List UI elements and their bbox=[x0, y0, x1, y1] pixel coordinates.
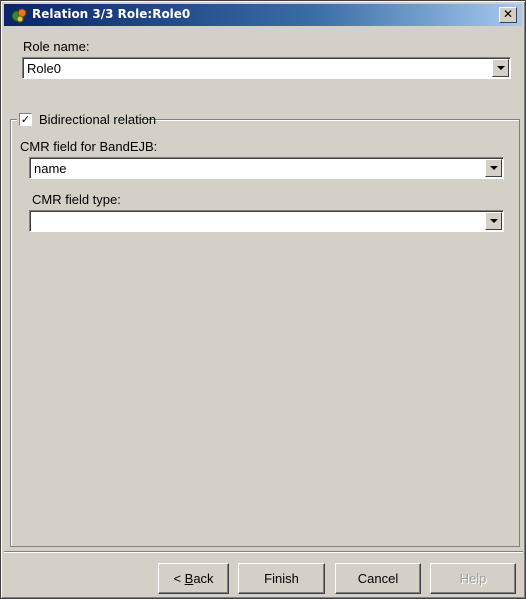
help-button[interactable]: Help bbox=[430, 563, 516, 594]
cmr-field-value: name bbox=[34, 161, 67, 176]
finish-button[interactable]: Finish bbox=[238, 563, 325, 594]
role-name-label: Role name: bbox=[23, 39, 90, 54]
cmr-field-label: CMR field for BandEJB: bbox=[20, 139, 158, 154]
button-separator bbox=[4, 551, 523, 553]
help-label: Help bbox=[459, 571, 487, 586]
close-button[interactable]: ✕ bbox=[499, 7, 517, 23]
dialog-window: Relation 3/3 Role:Role0 ✕ Role name: Rol… bbox=[0, 0, 526, 599]
role-name-dropdown-button[interactable] bbox=[492, 59, 509, 77]
window-title: Relation 3/3 Role:Role0 bbox=[32, 7, 191, 21]
cancel-label: Cancel bbox=[357, 571, 399, 586]
finish-label: Finish bbox=[264, 571, 299, 586]
back-button[interactable]: < Back bbox=[158, 563, 229, 594]
bidirectional-group-frame bbox=[10, 119, 520, 547]
cmr-field-dropdown-button[interactable] bbox=[485, 159, 502, 177]
cmr-field-type-combo[interactable] bbox=[29, 210, 504, 232]
cmr-field-type-label: CMR field type: bbox=[32, 192, 121, 207]
bidirectional-checkbox-row[interactable]: ✓ Bidirectional relation bbox=[17, 111, 156, 127]
back-label-rest: ack bbox=[193, 571, 214, 586]
role-name-combo[interactable]: Role0 bbox=[22, 57, 511, 79]
cmr-field-type-dropdown-button[interactable] bbox=[485, 212, 502, 230]
app-icon bbox=[11, 8, 27, 23]
title-bar[interactable]: Relation 3/3 Role:Role0 ✕ bbox=[4, 4, 522, 26]
back-label-prefix: < bbox=[173, 571, 185, 586]
close-icon: ✕ bbox=[502, 7, 514, 21]
bidirectional-label: Bidirectional relation bbox=[39, 112, 157, 127]
cancel-button[interactable]: Cancel bbox=[335, 563, 421, 594]
bidirectional-checkbox[interactable]: ✓ bbox=[19, 113, 32, 126]
checkmark-icon: ✓ bbox=[20, 113, 31, 126]
cmr-field-combo[interactable]: name bbox=[29, 157, 504, 179]
role-name-value: Role0 bbox=[27, 61, 61, 76]
